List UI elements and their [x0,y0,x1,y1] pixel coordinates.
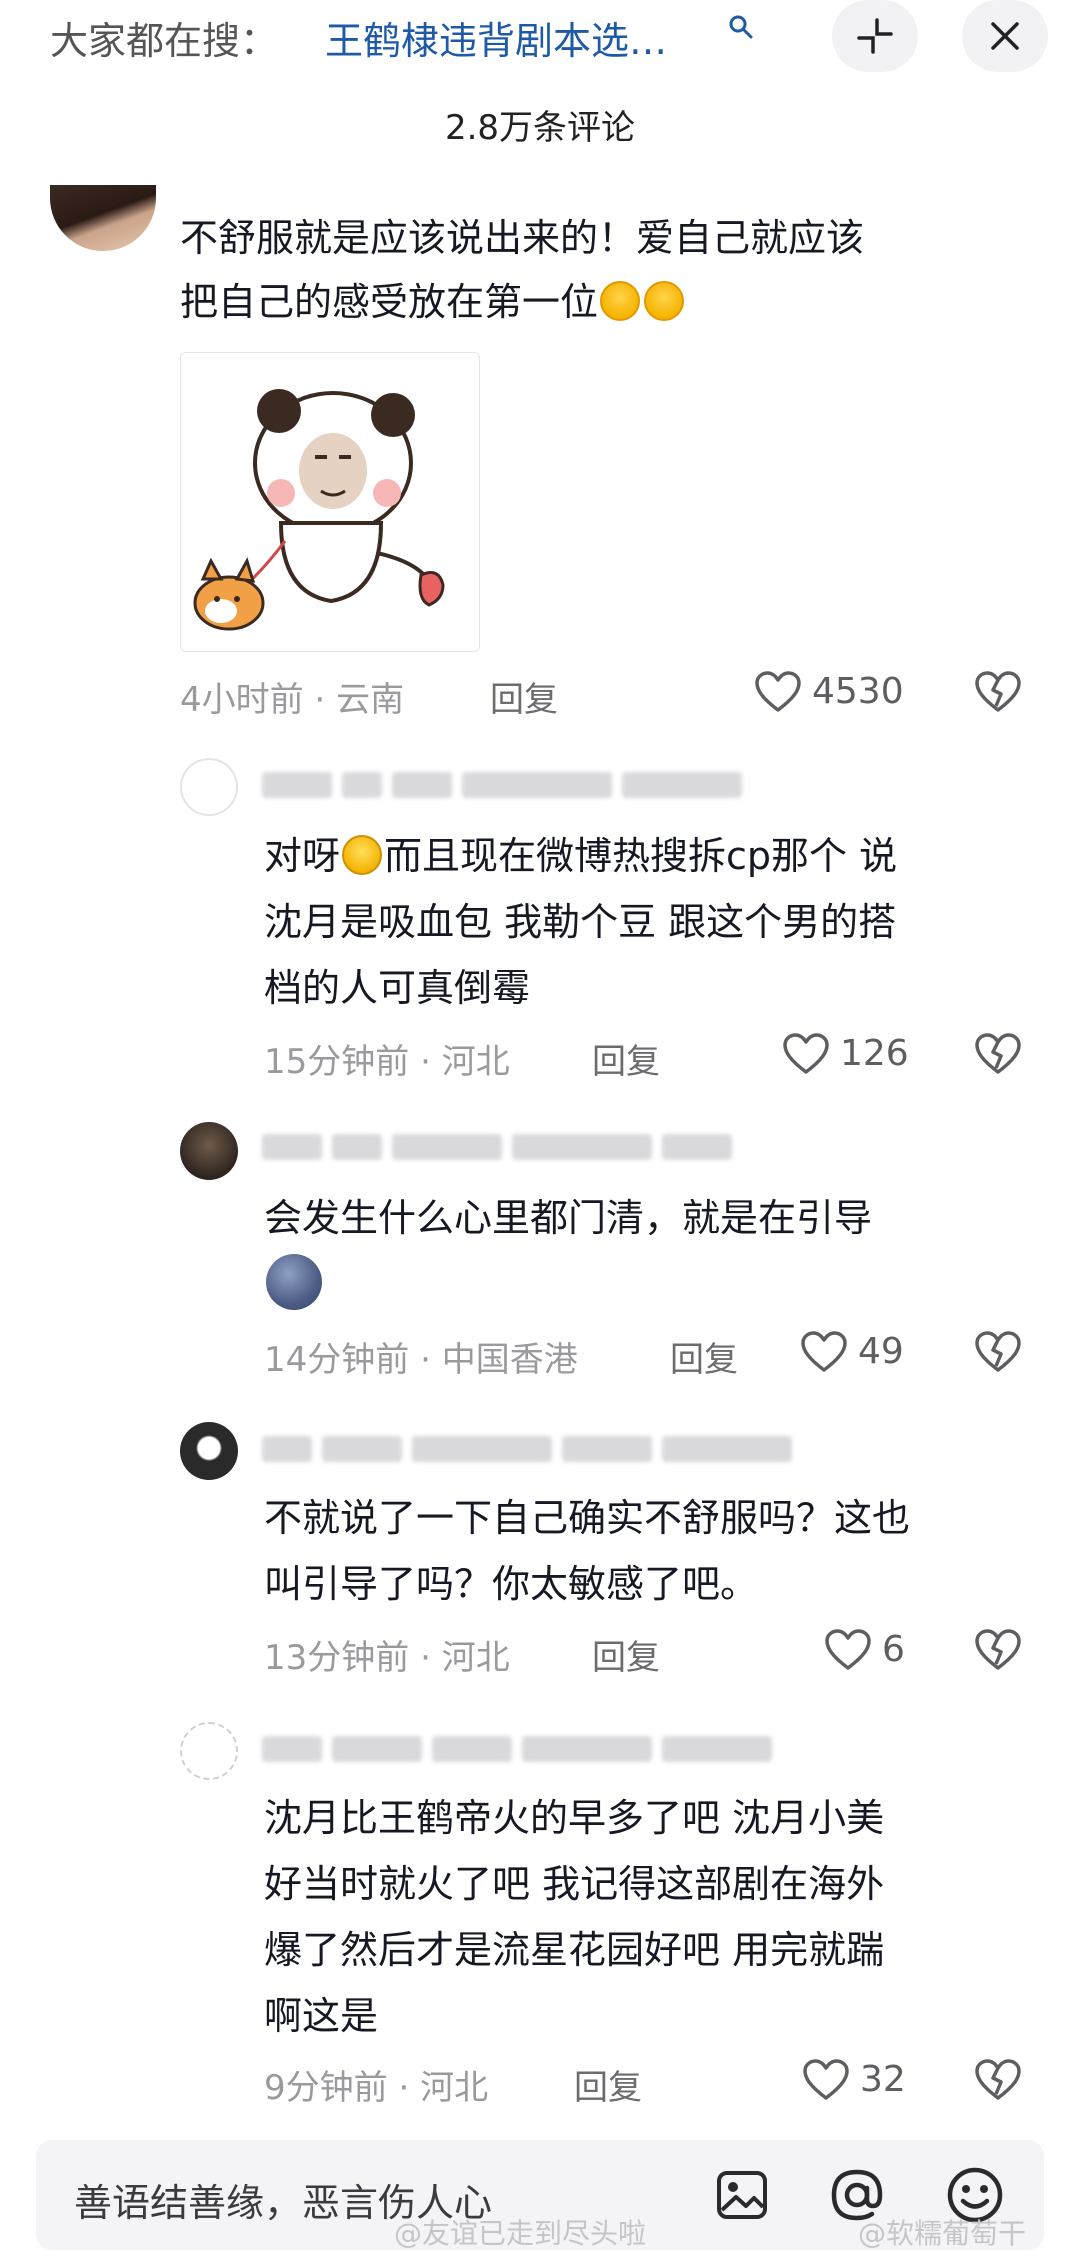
avatar[interactable] [180,1722,238,1780]
reply-button[interactable]: 回复 [592,1034,660,1083]
like-count: 32 [860,2059,906,2100]
blurred-username [262,772,752,798]
broken-heart-icon[interactable] [974,670,1022,714]
broken-heart-icon[interactable] [974,1032,1022,1076]
broken-heart-icon[interactable] [974,2058,1022,2102]
comment-location: 中国香港 [441,1340,578,1380]
comment-text: 好当时就火了吧 我记得这部剧在海外 [264,1862,885,1906]
search-hint-prefix: 大家都在搜： [50,19,279,63]
comment-location: 河北 [441,1042,510,1082]
broken-heart-icon[interactable] [974,1628,1022,1672]
watermark-text: @软糯葡萄干 [858,2217,1027,2250]
reply-button[interactable]: 回复 [574,2060,642,2109]
comment-time: 9分钟前 [264,2068,388,2108]
like-count: 126 [840,1033,909,1074]
shy-face-icon [600,281,641,321]
comment-time: 14分钟前 [264,1340,410,1380]
image-icon[interactable] [716,2170,768,2220]
close-button[interactable] [962,0,1048,72]
watermark-text: @友谊已走到尽头啦 [394,2217,647,2250]
reply-button[interactable]: 回复 [670,1332,738,1381]
heart-icon[interactable] [800,1330,848,1374]
comment-text: 把自己的感受放在第一位 [180,270,686,334]
heart-icon[interactable] [782,1032,830,1076]
comment-sticker-image[interactable] [180,352,480,652]
comment-text: 爆了然后才是流星花园好吧 用完就踹 [264,1928,885,1972]
blurred-username [262,1134,742,1160]
comment-text: 档的人可真倒霉 [264,966,531,1010]
comment-meta: 14分钟前 · 中国香港 [264,1340,578,1380]
comment-time: 13分钟前 [264,1638,410,1678]
comment-location: 云南 [336,680,405,720]
comment-text: 对呀 而且现在微博热搜拆cp那个 说 [264,834,898,878]
heart-icon[interactable] [754,670,802,714]
heart-icon[interactable] [802,2058,850,2102]
shy-face-icon [644,281,685,321]
reply-button[interactable]: 回复 [490,672,558,721]
comment-time: 15分钟前 [264,1042,410,1082]
comment-text: 不就说了一下自己确实不舒服吗？这也 [264,1496,911,1540]
blurred-username [262,1736,782,1762]
comment-text: 沈月是吸血包 我勒个豆 跟这个男的搭 [264,900,897,944]
comment-time: 4小时前 [180,680,304,720]
comment-text: 沈月比王鹤帝火的早多了吧 沈月小美 [264,1796,885,1840]
close-icon [991,22,1019,50]
comment-text: 会发生什么心里都门清，就是在引导 [264,1196,873,1240]
comment-location: 河北 [441,1638,510,1678]
comment-text: 不舒服就是应该说出来的！爱自己就应该 [180,216,865,260]
blurred-username [262,1436,802,1462]
like-count: 4530 [812,671,904,712]
like-count: 6 [882,1629,905,1670]
comment-meta: 15分钟前 · 河北 [264,1042,510,1082]
panda-sticker-illustration [193,389,445,631]
comment-meta: 9分钟前 · 河北 [264,2068,489,2108]
collapse-button[interactable] [832,0,918,72]
comment-count-title: 2.8万条评论 [444,108,636,148]
heart-icon[interactable] [824,1628,872,1672]
comment-location: 河北 [420,2068,489,2108]
comment-meta: 13分钟前 · 河北 [264,1638,510,1678]
comment-text: 叫引导了吗？你太敏感了吧。 [264,1562,759,1606]
like-count: 49 [858,1331,904,1372]
trending-search-link[interactable]: 王鹤棣违背剧本选… [325,10,667,65]
search-icon[interactable] [728,14,754,40]
comment-emoji-row [264,1254,324,1310]
avatar[interactable] [180,758,238,816]
avatar[interactable] [180,1122,238,1180]
avatar[interactable] [50,185,156,251]
reply-button[interactable]: 回复 [592,1630,660,1679]
collapse-icon [857,18,893,54]
comment-meta: 4小时前 · 云南 [180,680,405,720]
dizzy-face-icon [342,835,383,875]
broken-heart-icon[interactable] [974,1330,1022,1374]
top-bar: 大家都在搜： 王鹤棣违背剧本选… [0,0,1080,80]
comment-text: 啊这是 [264,1994,379,2038]
moon-face-icon [266,1254,322,1310]
avatar[interactable] [180,1422,238,1480]
